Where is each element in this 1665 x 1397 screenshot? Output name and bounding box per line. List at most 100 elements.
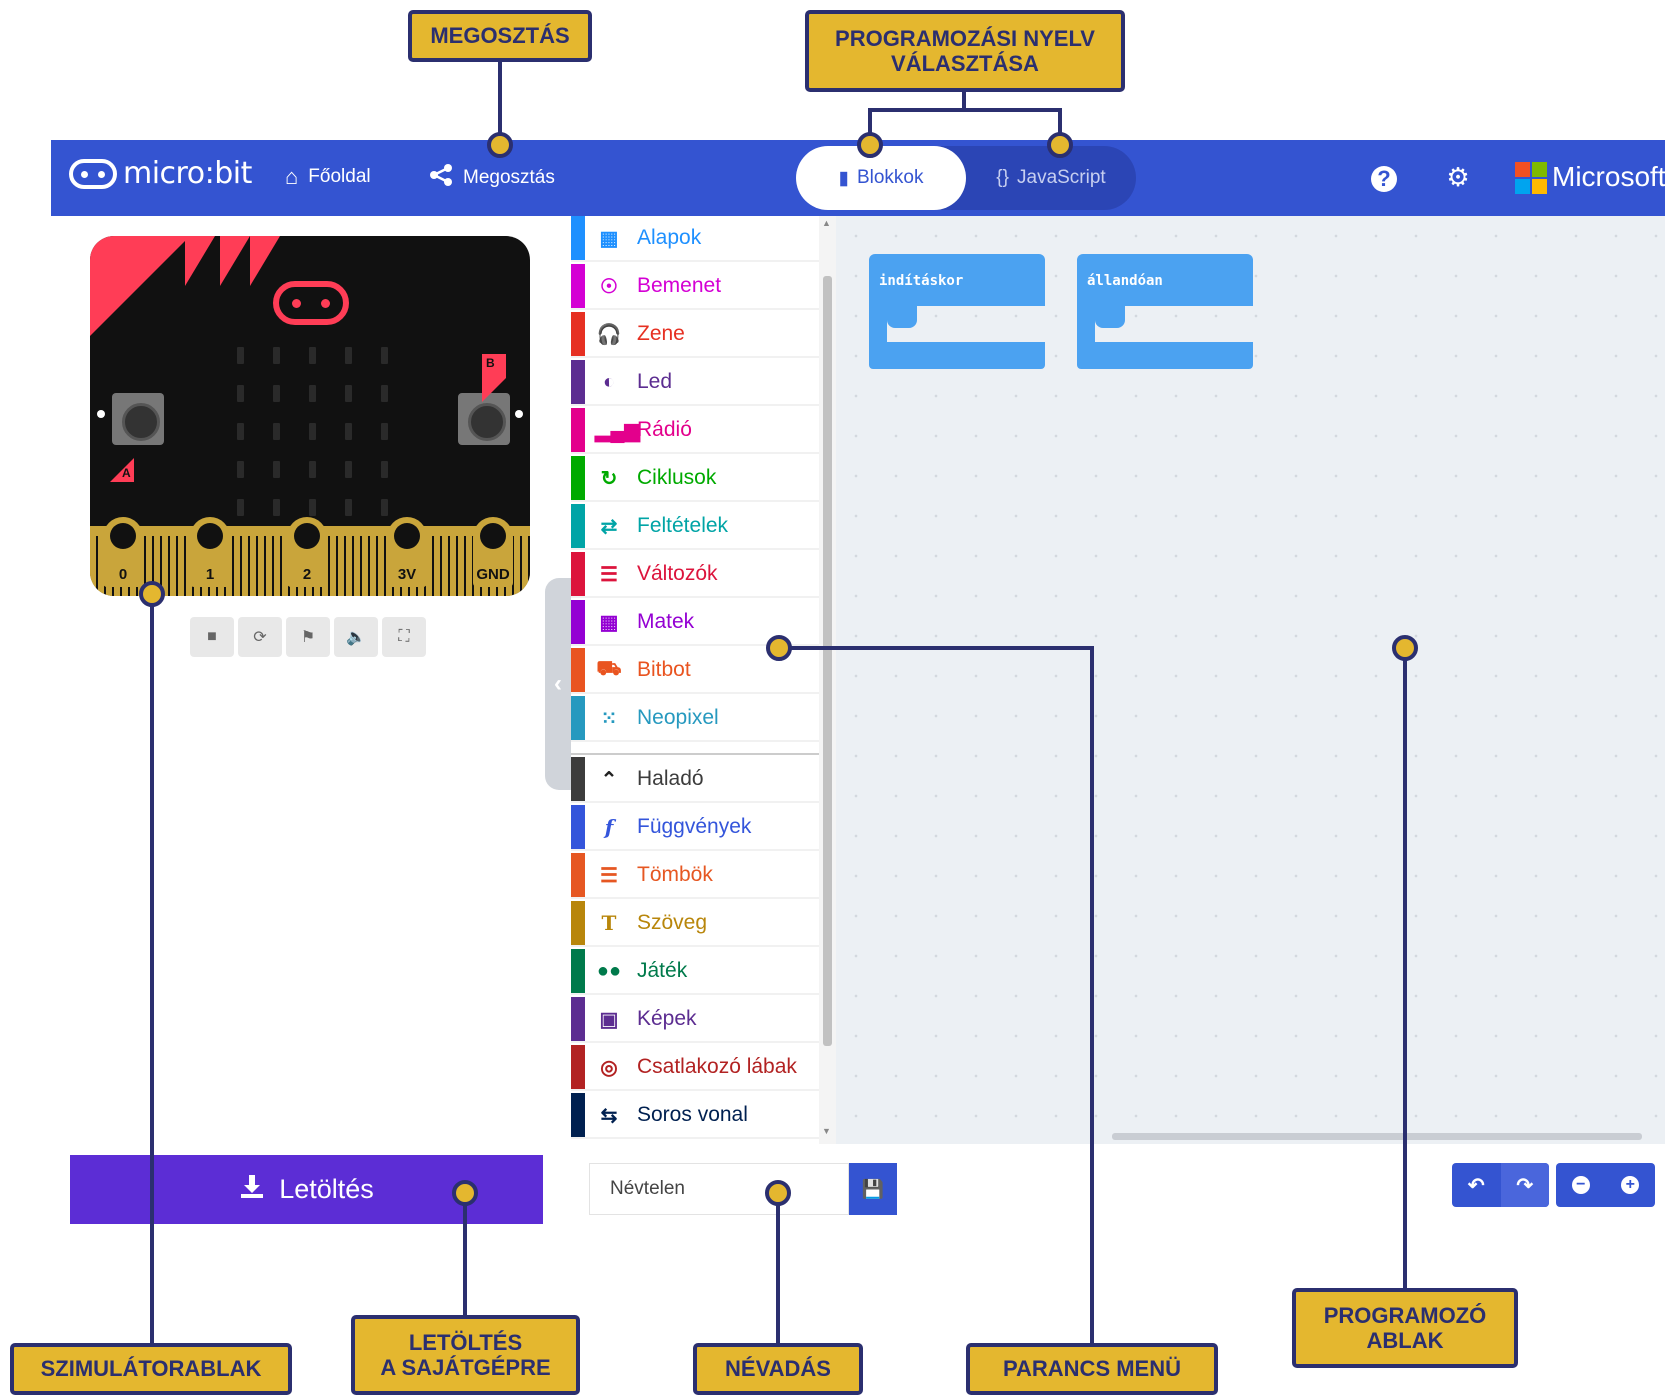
toolbox-item-zene[interactable]: 🎧 Zene (571, 312, 819, 358)
led[interactable] (272, 422, 280, 440)
callout-command-menu: PARANCS MENÜ (966, 1343, 1218, 1395)
button-a[interactable] (112, 393, 164, 445)
led[interactable] (236, 422, 244, 440)
save-button[interactable]: 💾 (849, 1163, 897, 1215)
car-icon: ⛟ (596, 657, 622, 680)
led[interactable] (380, 498, 388, 516)
fullscreen-icon[interactable]: ⛶ (382, 617, 426, 657)
category-strip (571, 1093, 585, 1137)
toolbox-item-radio[interactable]: ▂▄▆ Rádió (571, 408, 819, 454)
toolbox-item-tombok[interactable]: ☰ Tömbök (571, 853, 819, 899)
toolbox-item-feltetelek[interactable]: ⇄ Feltételek (571, 504, 819, 550)
toolbox-item-csatlakozo-labak[interactable]: ◎ Csatlakozó lábak (571, 1045, 819, 1091)
toolbox-item-alapok[interactable]: ▦ Alapok (571, 216, 819, 262)
category-strip (571, 696, 585, 740)
signal-icon: ▂▄▆ (595, 419, 640, 442)
toolbox-item-soros-vonal[interactable]: ⇆ Soros vonal (571, 1093, 819, 1139)
microbit-logo[interactable]: micro:bit (69, 156, 252, 191)
help-icon[interactable]: ? (1371, 166, 1397, 192)
led[interactable] (236, 346, 244, 364)
redo-icon[interactable]: ↷ (1500, 1163, 1549, 1207)
pin-label: 0 (118, 566, 128, 583)
toolbox-item-bemenet[interactable]: ☉ Bemenet (571, 264, 819, 310)
led[interactable] (236, 384, 244, 402)
led[interactable] (236, 498, 244, 516)
stop-icon[interactable]: ■ (190, 617, 234, 657)
led[interactable] (308, 498, 316, 516)
language-toggle: ▮ Blokkok {} JavaScript (796, 146, 1136, 210)
undo-icon[interactable]: ↶ (1452, 1163, 1501, 1207)
text-icon: T (601, 911, 617, 935)
sparkle-icon: ⁙ (600, 707, 618, 730)
toolbox-item-led[interactable]: ◐ Led (571, 360, 819, 406)
microsoft-logo-icon[interactable] (1515, 162, 1547, 194)
toolbox-item-bitbot[interactable]: ⛟ Bitbot (571, 648, 819, 694)
led[interactable] (308, 384, 316, 402)
tab-javascript[interactable]: {} JavaScript (971, 146, 1131, 210)
share-button[interactable]: Megosztás (429, 164, 555, 192)
led[interactable] (236, 460, 244, 478)
undo-redo-group: ↶ ↷ (1452, 1163, 1549, 1207)
led[interactable] (380, 422, 388, 440)
gear-icon[interactable]: ⚙ (1443, 162, 1473, 192)
led[interactable] (344, 422, 352, 440)
led[interactable] (308, 422, 316, 440)
workspace-scrollbar[interactable] (1112, 1133, 1642, 1140)
led[interactable] (272, 460, 280, 478)
scroll-down-icon[interactable]: ▼ (822, 1126, 831, 1136)
scrollbar-thumb[interactable] (823, 276, 832, 1046)
home-label: Főoldal (308, 166, 371, 187)
category-strip (571, 360, 585, 404)
toolbox-label: Csatlakozó lábak (637, 1055, 797, 1078)
toolbox-item-halado[interactable]: ⌃ Haladó (571, 757, 819, 803)
tab-blocks[interactable]: ▮ Blokkok (796, 146, 966, 210)
block-forever[interactable]: állandóan (1077, 254, 1253, 369)
home-icon: ⌂ (285, 164, 299, 189)
zoom-in-icon[interactable]: + (1606, 1163, 1656, 1207)
microbit-face-icon (69, 158, 117, 189)
block-on-start[interactable]: indításkor (869, 254, 1045, 369)
led[interactable] (272, 346, 280, 364)
block-body (869, 306, 887, 342)
board-dot (97, 410, 105, 418)
toolbox-item-neopixel[interactable]: ⁙ Neopixel (571, 696, 819, 742)
toolbox-item-valtozok[interactable]: ☰ Változók (571, 552, 819, 598)
toolbox-item-fuggvenyek[interactable]: f Függvények (571, 805, 819, 851)
board-logo-icon (273, 281, 349, 325)
restart-icon[interactable]: ⟳ (238, 617, 282, 657)
project-name-input[interactable]: Névtelen (589, 1163, 849, 1215)
toolbox-label: Matek (637, 610, 695, 633)
led[interactable] (344, 384, 352, 402)
simulator-toolbar: ■ ⟳ ⚑ 🔈 ⛶ (190, 617, 426, 657)
toolbox-item-kepek[interactable]: ▣ Képek (571, 997, 819, 1043)
led[interactable] (308, 460, 316, 478)
led[interactable] (272, 498, 280, 516)
category-strip (571, 408, 585, 452)
led[interactable] (344, 498, 352, 516)
home-button[interactable]: ⌂ Főoldal (285, 164, 371, 190)
led[interactable] (272, 384, 280, 402)
toolbox-item-szoveg[interactable]: T Szöveg (571, 901, 819, 947)
download-button[interactable]: Letöltés (70, 1155, 543, 1224)
led[interactable] (344, 346, 352, 364)
debug-icon[interactable]: ⚑ (286, 617, 330, 657)
collapse-simulator-button[interactable]: ‹ (545, 578, 571, 790)
mute-icon[interactable]: 🔈 (334, 617, 378, 657)
led[interactable] (308, 346, 316, 364)
toolbox-scrollbar[interactable]: ▲ ▼ (819, 216, 836, 1144)
led[interactable] (380, 460, 388, 478)
zoom-out-icon[interactable]: − (1556, 1163, 1606, 1207)
toolbox-label: Változók (637, 562, 718, 585)
led[interactable] (344, 460, 352, 478)
led[interactable] (380, 346, 388, 364)
grid-icon: ▦ (599, 227, 619, 250)
toolbox-item-matek[interactable]: ▦ Matek (571, 600, 819, 646)
board-stripe (185, 236, 215, 286)
led[interactable] (380, 384, 388, 402)
microsoft-label: Microsoft (1552, 161, 1665, 192)
scroll-up-icon[interactable]: ▲ (822, 218, 831, 228)
category-strip (571, 901, 585, 945)
toolbox-item-jatek[interactable]: ●● Játék (571, 949, 819, 995)
toolbox-label: Haladó (637, 767, 704, 790)
toolbox-item-ciklusok[interactable]: ↻ Ciklusok (571, 456, 819, 502)
